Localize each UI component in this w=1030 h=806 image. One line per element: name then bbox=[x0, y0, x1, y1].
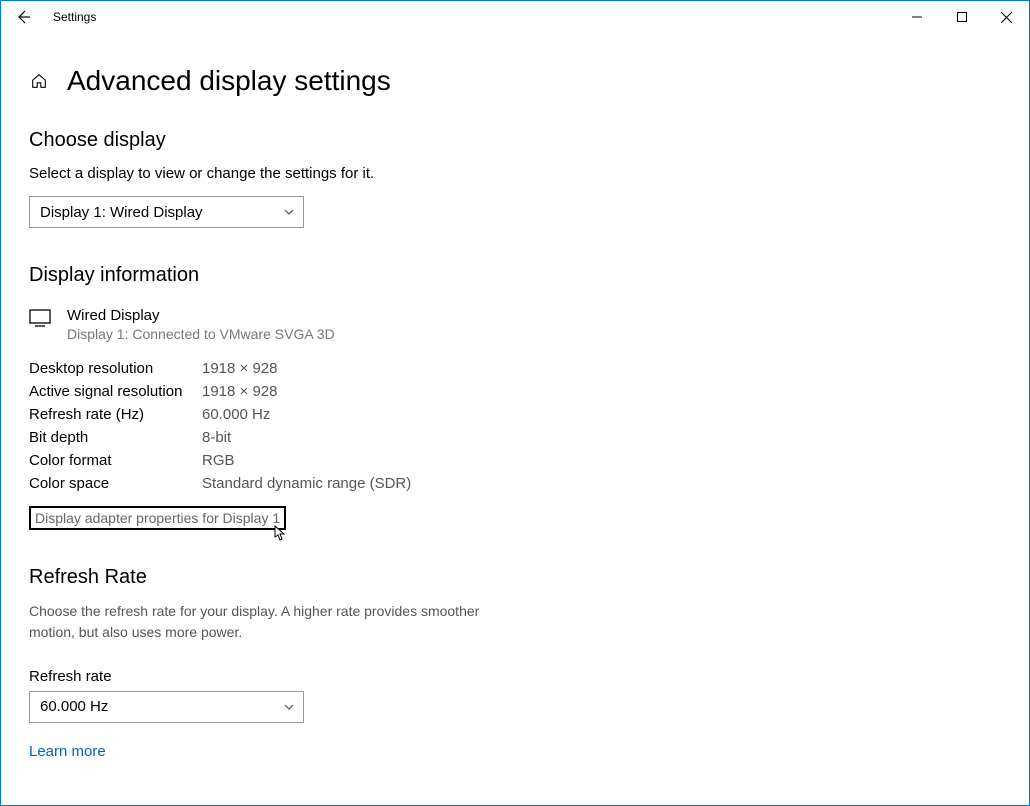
close-button[interactable] bbox=[984, 1, 1029, 33]
title-bar: Settings bbox=[1, 1, 1029, 33]
table-row: Bit depth8-bit bbox=[29, 429, 1001, 446]
chevron-down-icon bbox=[283, 206, 295, 218]
display-info-table: Desktop resolution1918 × 928 Active sign… bbox=[29, 360, 1001, 492]
table-row: Color spaceStandard dynamic range (SDR) bbox=[29, 475, 1001, 492]
table-row: Active signal resolution1918 × 928 bbox=[29, 383, 1001, 400]
display-info-header: Display information bbox=[29, 264, 1001, 287]
display-select[interactable]: Display 1: Wired Display bbox=[29, 196, 304, 228]
back-button[interactable] bbox=[13, 7, 33, 27]
chevron-down-icon bbox=[283, 701, 295, 713]
learn-more-link[interactable]: Learn more bbox=[29, 743, 106, 760]
display-adapter-link[interactable]: Display adapter properties for Display 1 bbox=[29, 506, 286, 530]
maximize-button[interactable] bbox=[939, 1, 984, 33]
refresh-rate-desc: Choose the refresh rate for your display… bbox=[29, 601, 529, 642]
window-title: Settings bbox=[53, 10, 96, 24]
refresh-rate-header: Refresh Rate bbox=[29, 566, 1001, 589]
display-name: Wired Display bbox=[67, 307, 335, 324]
minimize-icon bbox=[912, 12, 922, 22]
refresh-rate-select[interactable]: 60.000 Hz bbox=[29, 691, 304, 723]
choose-display-desc: Select a display to view or change the s… bbox=[29, 164, 529, 184]
choose-display-header: Choose display bbox=[29, 129, 1001, 152]
cursor-icon bbox=[269, 524, 289, 546]
minimize-button[interactable] bbox=[894, 1, 939, 33]
table-row: Refresh rate (Hz)60.000 Hz bbox=[29, 406, 1001, 423]
refresh-rate-value: 60.000 Hz bbox=[40, 698, 108, 715]
refresh-rate-label: Refresh rate bbox=[29, 668, 1001, 685]
arrow-left-icon bbox=[15, 9, 31, 25]
page-title: Advanced display settings bbox=[67, 65, 391, 97]
table-row: Color formatRGB bbox=[29, 452, 1001, 469]
home-icon[interactable] bbox=[29, 71, 49, 91]
maximize-icon bbox=[957, 12, 967, 22]
table-row: Desktop resolution1918 × 928 bbox=[29, 360, 1001, 377]
close-icon bbox=[1001, 12, 1012, 23]
display-subtitle: Display 1: Connected to VMware SVGA 3D bbox=[67, 326, 335, 342]
monitor-icon bbox=[29, 309, 51, 332]
display-select-value: Display 1: Wired Display bbox=[40, 204, 203, 221]
